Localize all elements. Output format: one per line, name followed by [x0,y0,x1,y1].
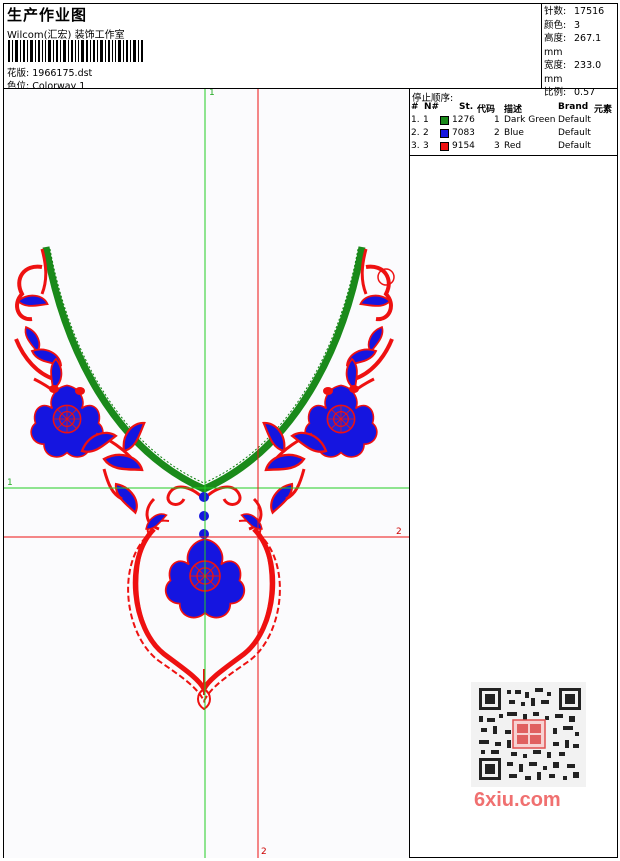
page-title: 生产作业图 [7,6,88,24]
color-swatch-green [440,116,449,125]
stat-colors: 颜色: 3 [544,19,581,31]
embroidery-design [4,89,409,858]
stop-row[interactable]: 3. 3 9154 3 Red Default [410,141,618,153]
col-needle: N# [424,102,440,112]
design-number: 花版: 1966175.dst [7,65,92,79]
stop-sequence-divider [410,155,618,156]
green-guide-label-left: 1 [7,478,13,488]
col-code: 代码 [477,105,496,115]
color-swatch-blue [440,129,449,138]
header: 生产作业图 Wilcom(汇宏) 装饰工作室 花版: 1966175.dst 色… [4,4,540,92]
stop-row[interactable]: 2. 2 7083 2 Blue Default [410,128,618,140]
col-stitches: St. [459,102,474,112]
red-guide-label-bottom: 2 [261,847,267,857]
stop-sequence-panel: 停止顺序: # N# St. 代码 描述 Brand 元素 1. 1 1276 … [410,89,618,155]
design-canvas[interactable]: 1 1 2 2 [4,89,409,858]
col-element: 元素 [594,105,613,115]
stop-sequence-header: # N# St. 代码 描述 Brand 元素 [410,102,618,115]
green-neckline [42,246,366,493]
watermark-text: 6xiu.com [474,789,561,811]
left-motifs [14,248,152,518]
header-divider [541,3,542,88]
pendant [127,492,281,711]
barcode [8,40,143,62]
stat-stitches: 针数: 17516 [544,6,605,17]
stat-height: 高度: 267.1 mm [544,33,602,58]
col-description: 描述 [504,105,523,115]
right-motifs [256,248,395,518]
green-guide-label-top: 1 [209,89,215,98]
color-swatch-red [440,142,449,151]
stop-row[interactable]: 1. 1 1276 1 Dark Green Default [410,115,618,127]
col-num: # [411,102,419,112]
red-guide-label-right: 2 [396,527,402,537]
qr-code [471,682,586,787]
design-stats: 针数: 17516 颜色: 3 高度: 267.1 mm 宽度: 233.0 mm 比例… [544,5,620,100]
company-name: Wilcom(汇宏) 装饰工作室 [7,30,125,41]
col-brand: Brand [558,102,589,112]
canvas-divider [409,89,410,858]
stat-width: 宽度: 233.0 mm [544,60,602,85]
